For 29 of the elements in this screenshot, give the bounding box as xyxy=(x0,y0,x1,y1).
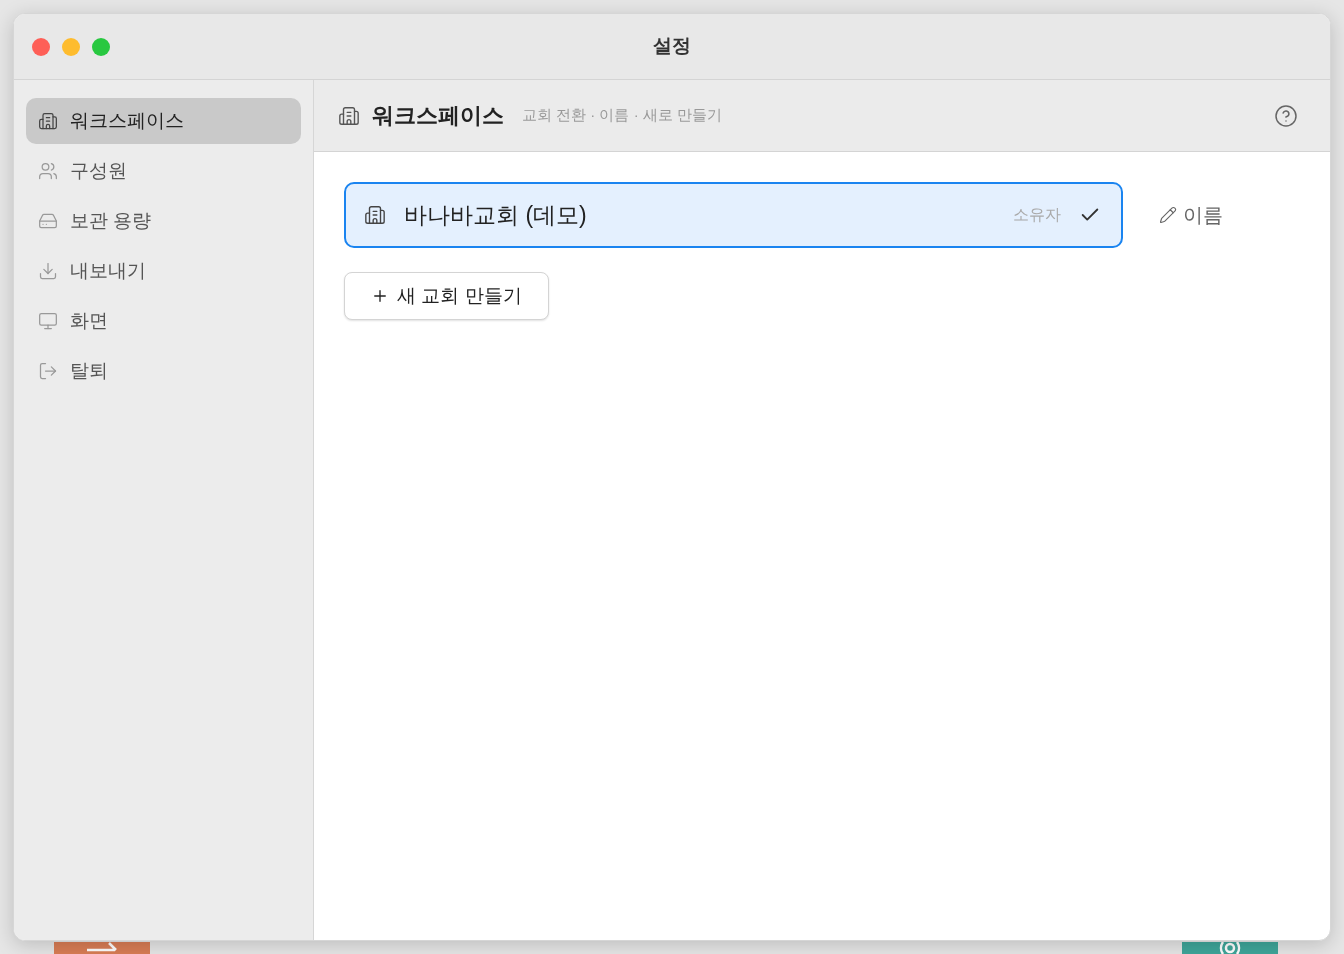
sidebar-item[interactable]: 구성원 xyxy=(26,148,301,194)
app-tile[interactable] xyxy=(1182,942,1278,954)
building-icon xyxy=(38,111,58,131)
monitor-icon xyxy=(38,311,58,331)
close-button[interactable] xyxy=(32,38,50,56)
section-subtitle: 교회 전환 · 이름 · 새로 만들기 xyxy=(522,105,722,126)
workspace-name: 바나바교회 (데모) xyxy=(404,200,587,230)
logout-icon xyxy=(38,361,58,381)
window-title: 설정 xyxy=(653,34,691,59)
download-icon xyxy=(38,261,58,281)
sidebar-item[interactable]: 보관 용량 xyxy=(26,198,301,244)
help-icon[interactable] xyxy=(1274,103,1298,128)
sidebar-item[interactable]: 워크스페이스 xyxy=(26,98,301,144)
pencil-icon xyxy=(1159,206,1177,224)
app-tile[interactable] xyxy=(54,942,150,954)
sidebar-item[interactable]: 탈퇴 xyxy=(26,348,301,394)
building-icon xyxy=(338,104,360,127)
sidebar-item[interactable]: 화면 xyxy=(26,298,301,344)
drive-icon xyxy=(38,211,58,231)
sidebar-item[interactable]: 내보내기 xyxy=(26,248,301,294)
zoom-button[interactable] xyxy=(92,38,110,56)
rename-button[interactable]: 이름 xyxy=(1159,200,1223,230)
workspace-card[interactable]: 바나바교회 (데모) 소유자 xyxy=(344,182,1123,248)
plus-icon xyxy=(371,287,389,305)
new-church-button[interactable]: 새 교회 만들기 xyxy=(344,272,549,320)
section-title: 워크스페이스 xyxy=(372,102,504,130)
users-icon xyxy=(38,161,58,181)
building-icon xyxy=(364,204,386,226)
role-label: 소유자 xyxy=(1013,205,1061,225)
